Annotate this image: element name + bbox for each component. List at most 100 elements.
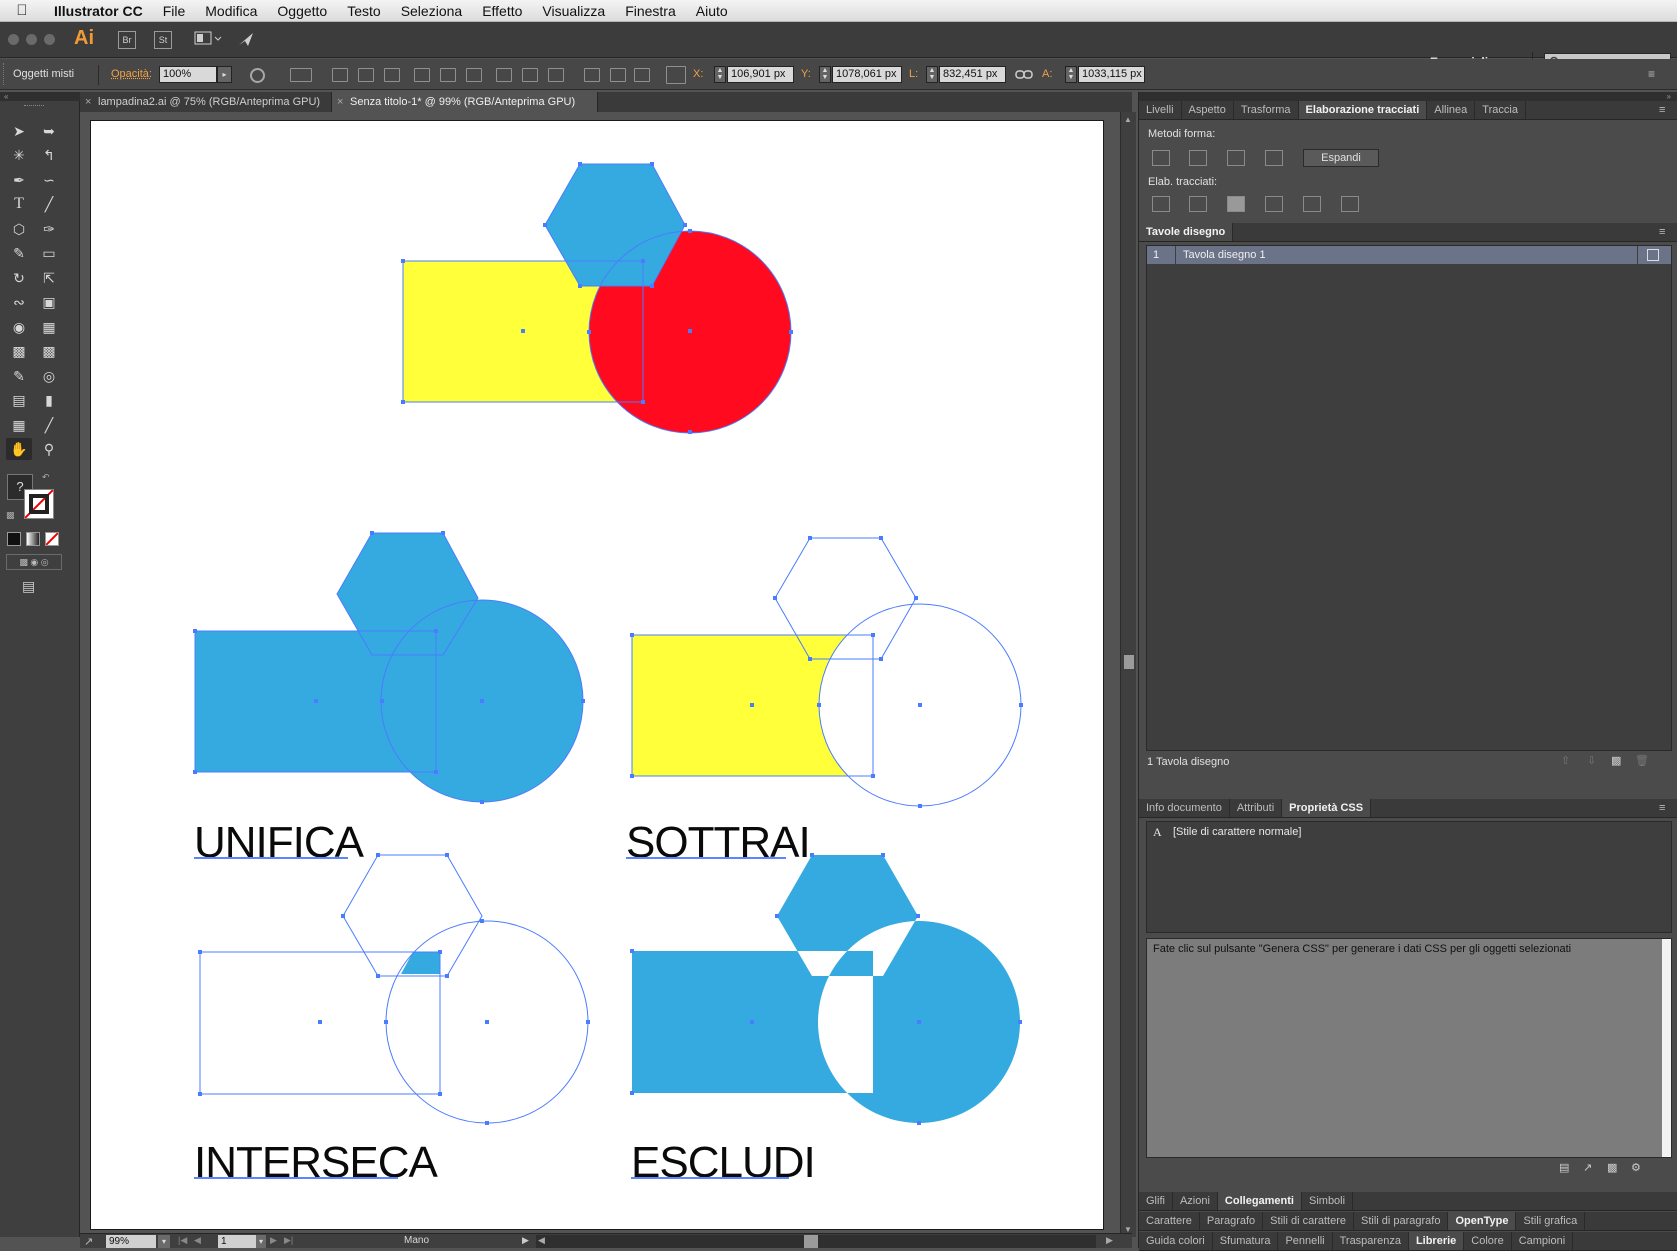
zoom-dropdown-icon[interactable]: ▾ xyxy=(158,1235,170,1248)
drawing-modes-icon[interactable]: ▩ ◉ ◎ xyxy=(6,554,62,570)
eraser-tool-icon[interactable]: ▭ xyxy=(36,242,62,264)
align-to-selection-icon[interactable] xyxy=(290,68,312,82)
minus-front-icon[interactable] xyxy=(1189,150,1207,166)
tab-colore[interactable]: Colore xyxy=(1464,1232,1512,1250)
move-up-icon[interactable]: ⇧ xyxy=(1561,754,1570,767)
distribute-top-icon[interactable] xyxy=(496,68,512,82)
tab-lampadina2[interactable]: × lampadina2.ai @ 75% (RGB/Anteprima GPU… xyxy=(80,92,332,112)
horizontal-scrollbar[interactable]: ◀ xyxy=(536,1235,1096,1248)
tab-stili-di-paragrafo[interactable]: Stili di paragrafo xyxy=(1354,1212,1449,1230)
copy-css-icon[interactable]: ▩ xyxy=(1607,1161,1617,1174)
tab-senza-titolo[interactable]: × Senza titolo-1* @ 99% (RGB/Anteprima G… xyxy=(332,92,598,112)
first-artboard-icon[interactable]: |◀ xyxy=(178,1235,187,1246)
css-style-item[interactable]: A [Stile di carattere normale] xyxy=(1147,822,1671,842)
panel-menu-icon[interactable]: ≡ xyxy=(1659,226,1665,238)
height-field[interactable]: 1033,115 px xyxy=(1078,66,1145,83)
gradient-mode-button[interactable] xyxy=(26,532,40,546)
distribute-bottom-icon[interactable] xyxy=(548,68,564,82)
css-options-icon[interactable]: ⚙ xyxy=(1631,1161,1641,1174)
tab-trasparenza[interactable]: Trasparenza xyxy=(1333,1232,1409,1250)
none-mode-button[interactable] xyxy=(45,532,59,546)
y-spinner[interactable]: ▲ ▼ xyxy=(819,66,831,83)
menu-testo[interactable]: Testo xyxy=(337,3,390,19)
export-css-icon[interactable]: ↗ xyxy=(1583,1161,1592,1174)
window-zoom-button[interactable] xyxy=(44,34,55,45)
shape-tool-icon[interactable]: ⬡ xyxy=(6,218,32,240)
tab-opentype[interactable]: OpenType xyxy=(1448,1212,1517,1230)
opacity-dropdown[interactable]: ▸ xyxy=(217,66,232,83)
tab-stili-di-carattere[interactable]: Stili di carattere xyxy=(1263,1212,1354,1230)
dock-collapse-icon[interactable]: » xyxy=(1139,92,1677,101)
constrain-proportions-button[interactable] xyxy=(1014,66,1034,83)
gradient-tool-icon[interactable]: ▩ xyxy=(36,340,62,362)
trim-icon[interactable] xyxy=(1189,196,1207,212)
generate-css-icon[interactable]: ▤ xyxy=(1559,1161,1569,1174)
align-vertical-center-icon[interactable] xyxy=(440,68,456,82)
direct-selection-tool-icon[interactable]: ➥ xyxy=(36,120,62,142)
menu-seleziona[interactable]: Seleziona xyxy=(391,3,473,19)
status-menu-icon[interactable]: ▶ xyxy=(522,1235,529,1246)
selection-tool-icon[interactable]: ➤ xyxy=(6,120,32,142)
artboard-options-icon[interactable] xyxy=(1647,249,1659,261)
align-horizontal-center-icon[interactable] xyxy=(358,68,374,82)
line-tool-icon[interactable]: ╱ xyxy=(36,193,62,215)
tab-trasforma[interactable]: Trasforma xyxy=(1234,101,1299,119)
bridge-button[interactable]: Br xyxy=(118,31,136,49)
free-transform-tool-icon[interactable]: ▣ xyxy=(36,291,62,313)
arrange-documents-button[interactable] xyxy=(194,30,222,48)
intersect-icon[interactable] xyxy=(1227,150,1245,166)
label-escludi[interactable]: ESCLUDI xyxy=(631,1138,816,1188)
distribute-vertical-center-icon[interactable] xyxy=(522,68,538,82)
last-artboard-icon[interactable]: ▶| xyxy=(284,1235,293,1246)
default-colors-icon[interactable]: ▩ xyxy=(6,510,15,521)
window-minimize-button[interactable] xyxy=(26,34,37,45)
close-icon[interactable]: × xyxy=(85,92,91,112)
scroll-up-icon[interactable]: ▲ xyxy=(1124,115,1132,124)
scroll-right-icon[interactable]: ▶ xyxy=(1106,1235,1113,1246)
align-right-icon[interactable] xyxy=(384,68,400,82)
hand-tool-icon[interactable]: ✋ xyxy=(6,438,32,460)
artboard-number-field[interactable]: 1 xyxy=(218,1235,256,1248)
type-tool-icon[interactable]: T xyxy=(6,193,32,215)
width-spinner[interactable]: ▲ ▼ xyxy=(926,66,938,83)
lasso-tool-icon[interactable]: ↰ xyxy=(36,144,62,166)
blend-tool-icon[interactable]: ◎ xyxy=(36,365,62,387)
merge-icon[interactable] xyxy=(1227,196,1245,212)
perspective-grid-tool-icon[interactable]: ▦ xyxy=(36,316,62,338)
eyedropper-tool-icon[interactable]: ✎ xyxy=(6,365,32,387)
tab-proprieta-css[interactable]: Proprietà CSS xyxy=(1282,799,1372,817)
tab-glifi[interactable]: Glifi xyxy=(1139,1192,1173,1210)
menu-visualizza[interactable]: Visualizza xyxy=(532,3,615,19)
share-icon[interactable]: ↗ xyxy=(84,1235,93,1248)
tab-info-documento[interactable]: Info documento xyxy=(1139,799,1230,817)
outline-icon[interactable] xyxy=(1303,196,1321,212)
paintbrush-tool-icon[interactable]: ✑ xyxy=(36,218,62,240)
previous-artboard-icon[interactable]: ◀ xyxy=(194,1235,201,1246)
divide-icon[interactable] xyxy=(1152,196,1170,212)
panel-menu-icon[interactable]: ≡ xyxy=(1659,802,1665,814)
gpu-performance-button[interactable] xyxy=(236,30,256,48)
menu-file[interactable]: File xyxy=(153,3,196,19)
panel-menu-icon[interactable]: ≡ xyxy=(1648,67,1655,81)
window-close-button[interactable] xyxy=(8,34,19,45)
tab-simboli[interactable]: Simboli xyxy=(1302,1192,1354,1210)
shape-builder-tool-icon[interactable]: ◉ xyxy=(6,316,32,338)
label-unifica[interactable]: UNIFICA xyxy=(194,818,364,868)
tab-azioni[interactable]: Azioni xyxy=(1173,1192,1218,1210)
minus-back-icon[interactable] xyxy=(1341,196,1359,212)
color-mode-button[interactable] xyxy=(7,532,21,546)
vertical-scroll-thumb[interactable] xyxy=(1124,655,1134,669)
tab-traccia[interactable]: Traccia xyxy=(1475,101,1526,119)
tab-aspetto[interactable]: Aspetto xyxy=(1182,101,1234,119)
reference-point-icon[interactable] xyxy=(666,66,686,84)
stock-button[interactable]: St xyxy=(154,31,172,49)
scale-tool-icon[interactable]: ⇱ xyxy=(36,267,62,289)
recolor-artwork-icon[interactable] xyxy=(250,68,265,83)
distribute-horizontal-center-icon[interactable] xyxy=(610,68,626,82)
mesh-tool-icon[interactable]: ▩ xyxy=(6,340,32,362)
delete-artboard-icon[interactable]: 🗑 xyxy=(1635,754,1649,767)
tab-carattere[interactable]: Carattere xyxy=(1139,1212,1200,1230)
tab-librerie[interactable]: Librerie xyxy=(1408,1232,1465,1250)
swap-fill-stroke-icon[interactable]: ↶ xyxy=(42,472,50,483)
next-artboard-icon[interactable]: ▶ xyxy=(270,1235,277,1246)
